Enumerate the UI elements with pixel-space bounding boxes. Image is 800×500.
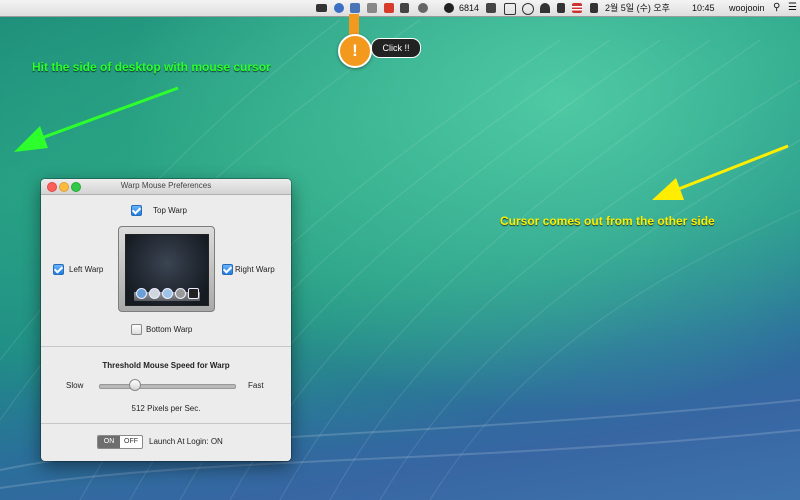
- toggle-off-segment[interactable]: OFF: [120, 436, 142, 448]
- speed-slider-track[interactable]: [99, 384, 236, 389]
- right-warp-label: Right Warp: [235, 265, 275, 274]
- right-warp-checkbox[interactable]: [222, 264, 233, 275]
- slow-label: Slow: [66, 381, 84, 390]
- window-title: Warp Mouse Preferences: [120, 181, 212, 190]
- threshold-title: Threshold Mouse Speed for Warp: [102, 361, 230, 370]
- title-bar[interactable]: Warp Mouse Preferences: [41, 179, 291, 195]
- mail-icon: [149, 288, 160, 299]
- screen-preview: [118, 226, 215, 312]
- launch-at-login-toggle[interactable]: ON OFF: [97, 435, 143, 449]
- top-warp-checkbox[interactable]: [131, 205, 142, 216]
- settings-icon: [175, 288, 186, 299]
- speed-value: 512 Pixels per Sec.: [131, 404, 201, 413]
- desktop-preview: [125, 234, 209, 306]
- finder-icon: [136, 288, 147, 299]
- bottom-warp-checkbox[interactable]: [131, 324, 142, 335]
- terminal-icon: [188, 288, 199, 299]
- green-annotation: Hit the side of desktop with mouse curso…: [32, 60, 271, 74]
- yellow-annotation: Cursor comes out from the other side: [500, 214, 715, 228]
- left-warp-checkbox[interactable]: [53, 264, 64, 275]
- speed-slider-knob[interactable]: [129, 379, 142, 391]
- yellow-arrow: [652, 144, 789, 200]
- top-warp-label: Top Warp: [153, 206, 187, 215]
- green-arrow: [14, 86, 179, 152]
- dock-preview: [134, 288, 200, 301]
- fast-label: Fast: [248, 381, 264, 390]
- launch-at-login-label: Launch At Login: ON: [149, 437, 223, 446]
- safari-icon: [162, 288, 173, 299]
- divider: [41, 423, 291, 424]
- divider: [41, 346, 291, 347]
- left-warp-label: Left Warp: [69, 265, 104, 274]
- warp-mouse-preferences-window: Warp Mouse Preferences Top Warp Left War…: [41, 179, 291, 461]
- toggle-on-segment[interactable]: ON: [98, 436, 120, 448]
- bottom-warp-label: Bottom Warp: [146, 325, 193, 334]
